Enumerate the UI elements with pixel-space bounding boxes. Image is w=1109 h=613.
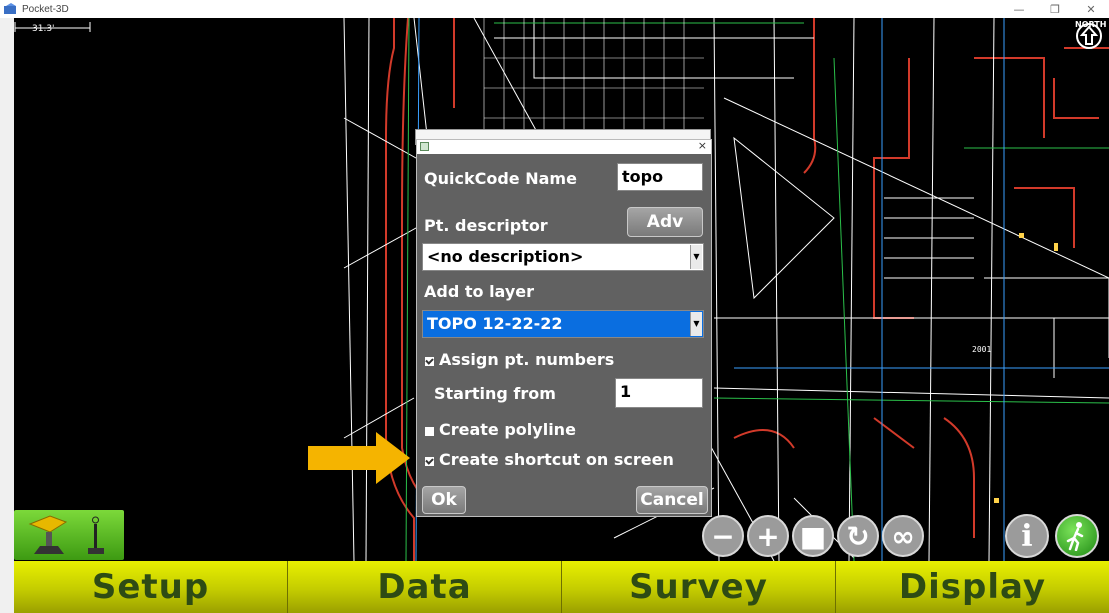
chevron-down-icon[interactable]: ▼ xyxy=(690,245,702,269)
app-icon xyxy=(4,3,16,14)
quickcode-name-label: QuickCode Name xyxy=(424,169,577,188)
zoom-out-button[interactable]: − xyxy=(702,515,744,557)
layer-select[interactable]: TOPO 12-22-22 ▼ xyxy=(422,310,704,338)
bottom-menu: Setup Data Survey Display xyxy=(14,561,1109,613)
maximize-button[interactable]: ❐ xyxy=(1037,0,1073,18)
quickcode-name-input[interactable]: topo xyxy=(617,163,703,191)
ok-button[interactable]: Ok xyxy=(422,486,466,514)
window-title: Pocket-3D xyxy=(22,3,69,15)
description-select-value: <no description> xyxy=(427,247,584,266)
create-shortcut-label: Create shortcut on screen xyxy=(439,450,674,469)
window-titlebar: Pocket-3D — ❐ ✕ xyxy=(0,0,1109,18)
starting-from-label: Starting from xyxy=(434,384,556,403)
layer-select-value: TOPO 12-22-22 xyxy=(427,314,563,333)
cancel-button[interactable]: Cancel xyxy=(636,486,708,514)
scale-label: 31.3' xyxy=(32,24,55,34)
dialog-icon xyxy=(420,142,429,151)
create-polyline-label: Create polyline xyxy=(439,420,576,439)
assign-pt-numbers-checkbox[interactable] xyxy=(425,357,434,366)
setup-button[interactable]: Setup xyxy=(14,561,288,613)
starting-from-input[interactable]: 1 xyxy=(615,378,703,408)
data-button[interactable]: Data xyxy=(288,561,562,613)
north-indicator[interactable]: NORTH xyxy=(1075,20,1106,49)
create-polyline-checkbox[interactable] xyxy=(425,427,434,436)
refresh-button[interactable]: ↻ xyxy=(837,515,879,557)
pt-descriptor-label: Pt. descriptor xyxy=(424,216,548,235)
close-button[interactable]: ✕ xyxy=(1073,0,1109,18)
minimize-button[interactable]: — xyxy=(1001,0,1037,18)
zoom-extents-button[interactable]: ■ xyxy=(792,515,834,557)
chevron-down-icon[interactable]: ▼ xyxy=(690,312,702,336)
adv-button[interactable]: Adv xyxy=(627,207,703,237)
infinity-button[interactable]: ∞ xyxy=(882,515,924,557)
point-label: 2001 xyxy=(972,345,992,354)
info-button[interactable]: i xyxy=(1005,514,1049,558)
window-controls: — ❐ ✕ xyxy=(1001,0,1109,18)
dialog-titlebar: × xyxy=(417,139,711,154)
zoom-in-button[interactable]: + xyxy=(747,515,789,557)
quickcode-dialog: × QuickCode Name topo Pt. descriptor Adv… xyxy=(416,139,712,517)
gps-status-widget[interactable] xyxy=(14,510,124,560)
walking-person-icon xyxy=(1066,522,1084,551)
left-edge xyxy=(0,18,14,613)
dialog-close-button[interactable]: × xyxy=(698,139,707,152)
walk-mode-button[interactable] xyxy=(1055,514,1099,558)
north-arrow-icon xyxy=(1076,23,1102,49)
create-shortcut-checkbox[interactable] xyxy=(425,457,434,466)
assign-pt-numbers-label: Assign pt. numbers xyxy=(439,350,615,369)
survey-button[interactable]: Survey xyxy=(562,561,836,613)
annotation-arrow-icon xyxy=(308,432,410,484)
add-to-layer-label: Add to layer xyxy=(424,282,535,301)
rover-icon xyxy=(28,515,104,554)
zoom-controls: − + ■ ↻ ∞ xyxy=(702,515,924,557)
description-select[interactable]: <no description> ▼ xyxy=(422,243,704,271)
display-button[interactable]: Display xyxy=(836,561,1109,613)
